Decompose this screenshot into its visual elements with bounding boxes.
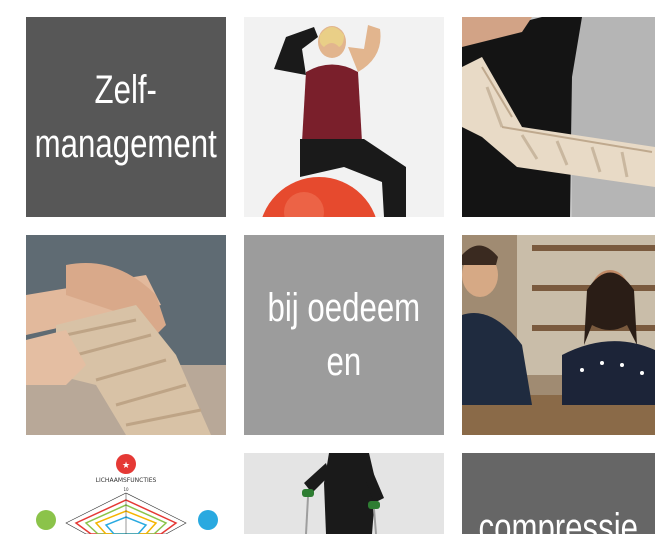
- diagram-lichaamsfuncties[interactable]: ★ LICHAAMSFUNCTIES 10: [26, 453, 226, 534]
- tile-zelfmanagement[interactable]: Zelf- management: [26, 17, 226, 217]
- tile-oedeem-line1: bij oedeem: [267, 286, 421, 330]
- tile-zelfmanagement-line1: Zelf-: [94, 68, 158, 112]
- photo-exercise-ball[interactable]: [244, 17, 444, 217]
- tile-zelfmanagement-line2: management: [34, 122, 218, 166]
- tile-zelfmanagement-label: Zelf- management: [35, 63, 217, 171]
- person-icon-blue: [198, 510, 218, 530]
- tile-oedeem-line2: en: [326, 340, 362, 384]
- woman-walking-aid-icon: [244, 453, 444, 534]
- arm-compression-bandage-icon: [462, 17, 655, 217]
- tile-oedeem[interactable]: bij oedeem en: [244, 235, 444, 435]
- person-icon: [36, 510, 56, 530]
- photo-walking-aid[interactable]: [244, 453, 444, 534]
- tile-compressie-line1: compressie: [478, 506, 639, 534]
- svg-text:★: ★: [122, 461, 130, 471]
- photo-arm-bandage[interactable]: [462, 17, 655, 217]
- leg-bandaging-icon: [26, 235, 226, 435]
- photo-leg-bandaging[interactable]: [26, 235, 226, 435]
- woman-exercise-ball-icon: [244, 17, 444, 217]
- tile-compressie[interactable]: compressie: [462, 453, 655, 534]
- photo-consultation[interactable]: [462, 235, 655, 435]
- diagram-top-value: 10: [123, 487, 129, 492]
- tile-compressie-label: compressie: [479, 501, 639, 534]
- radar-diagram-icon: ★ LICHAAMSFUNCTIES 10: [36, 454, 218, 534]
- tile-oedeem-label: bij oedeem en: [268, 281, 421, 389]
- consultation-meeting-icon: [462, 235, 655, 435]
- diagram-title: LICHAAMSFUNCTIES: [96, 477, 157, 484]
